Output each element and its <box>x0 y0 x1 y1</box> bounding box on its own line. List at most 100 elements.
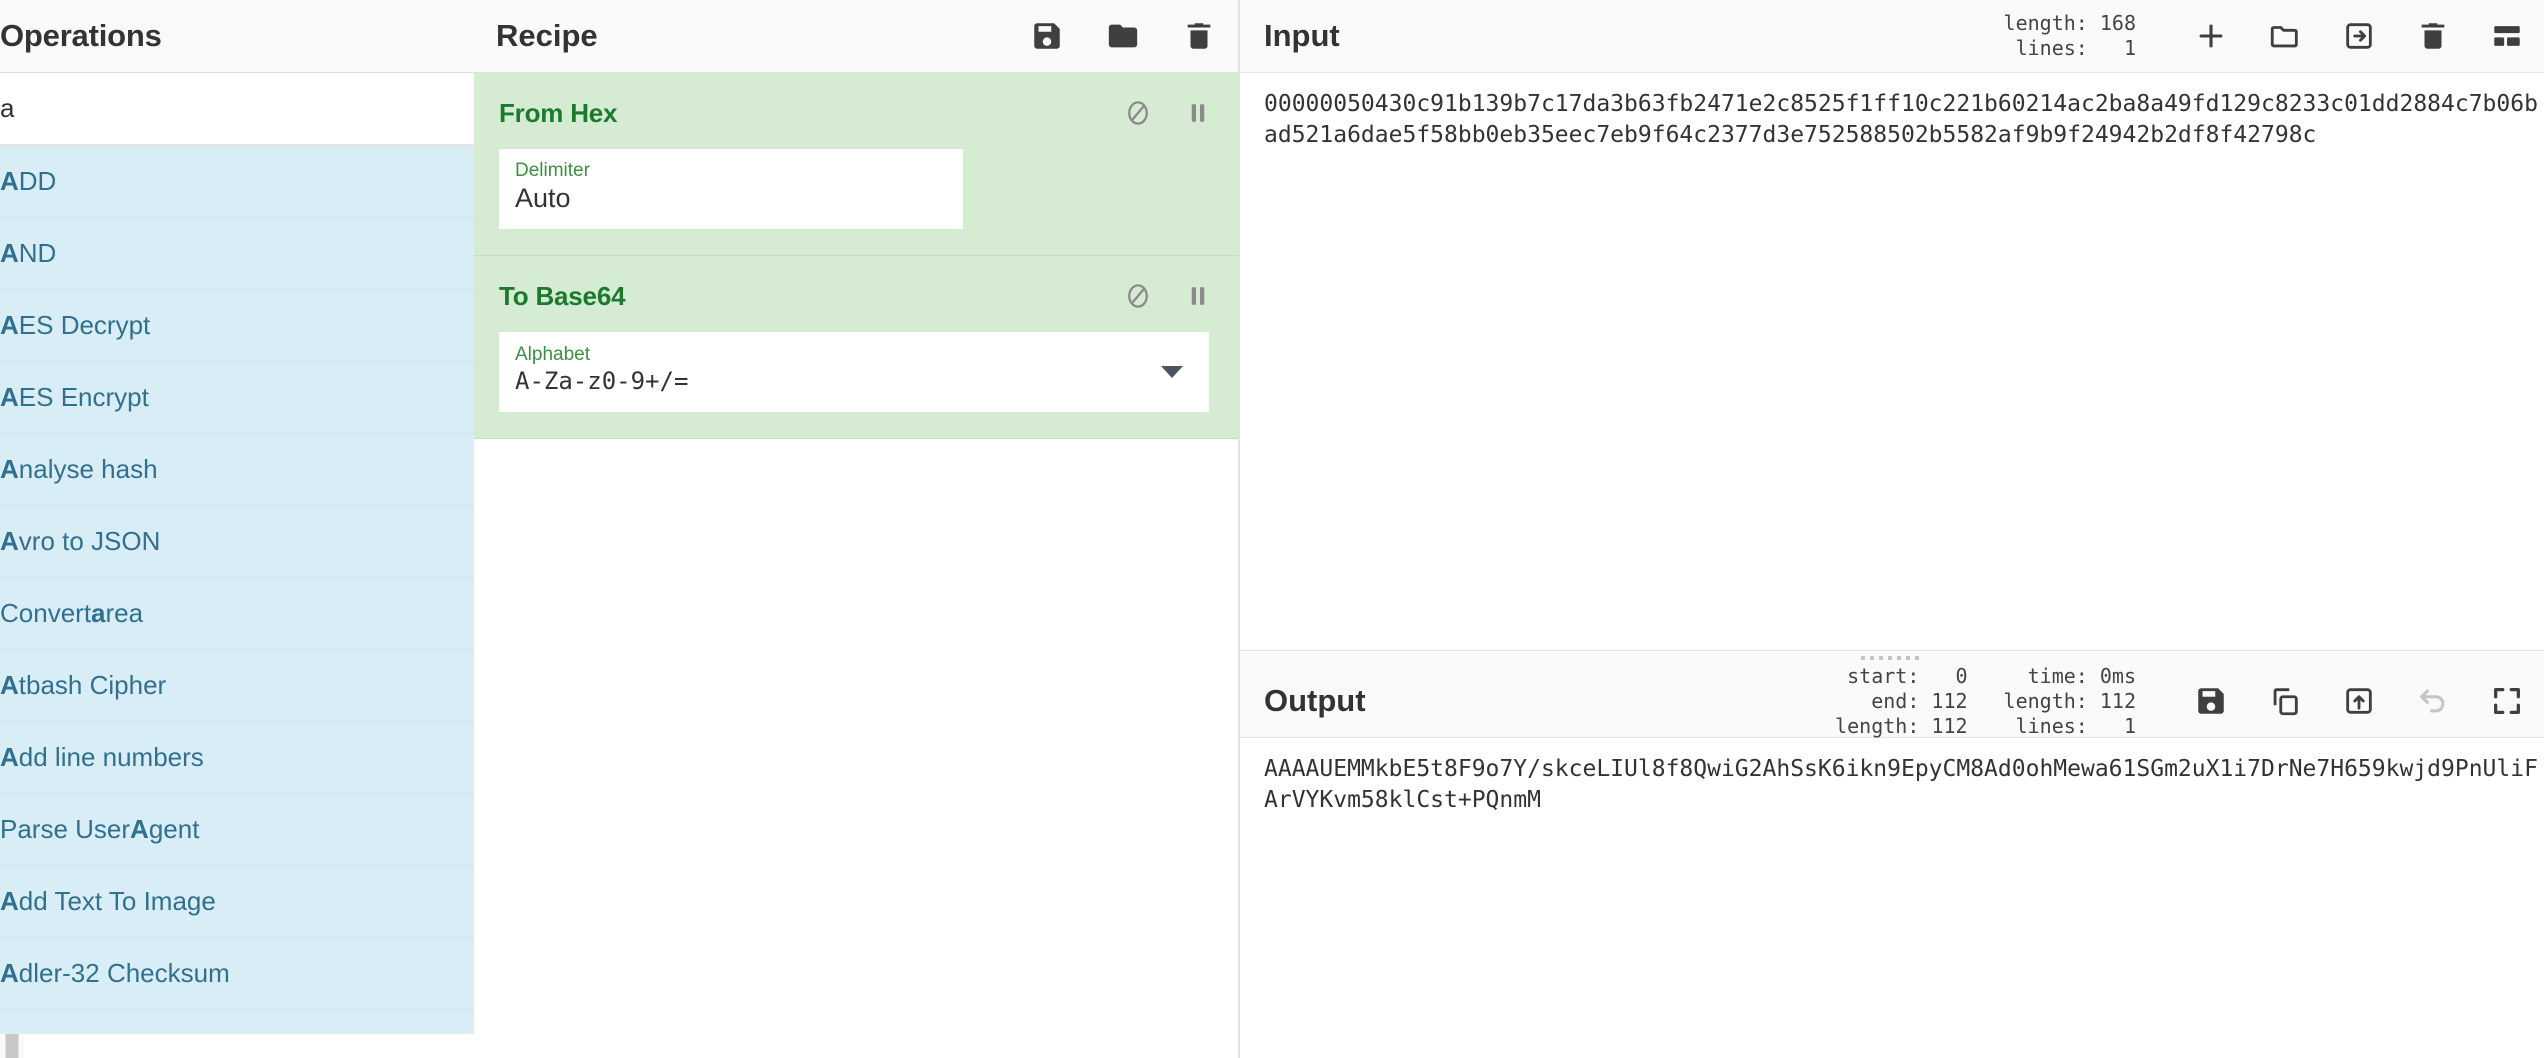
operation-label-suffix: rea <box>105 598 144 628</box>
io-panel: Input length: 168 lines: 1 00000050430c9… <box>1240 0 2544 1058</box>
page-title: Operations <box>0 18 162 53</box>
search-input[interactable] <box>0 93 474 124</box>
recipe-title-bar: Recipe <box>474 0 1238 73</box>
operation-list-item[interactable]: A ES Decrypt <box>0 290 474 362</box>
operation-label-suffix: dd Text To Image <box>18 886 216 916</box>
operation-label-suffix: tbash Cipher <box>18 670 167 700</box>
recipe-title: Recipe <box>496 18 598 53</box>
disable-icon[interactable] <box>1123 98 1153 128</box>
operation-label-match: A <box>0 526 19 556</box>
operation-label-match: a <box>91 598 106 628</box>
tabs-layout-icon[interactable] <box>2490 19 2524 53</box>
disable-icon[interactable] <box>1123 281 1153 311</box>
add-input-icon[interactable] <box>2194 19 2228 53</box>
operations-recipe-splitter[interactable] <box>0 1034 24 1058</box>
output-stats: start: 0 end: 112 length: 112 time: 0ms … <box>1835 664 2136 739</box>
operation-label-suffix: ND <box>18 238 57 268</box>
operations-panel: Operations ADDANDAES DecryptAES EncryptA… <box>0 0 474 1058</box>
output-textarea[interactable]: AAAAUEMMkbE5t8F9o7Y/skceLIUl8f8QwiG2AhSs… <box>1240 738 2544 1058</box>
operation-label-match: A <box>130 814 149 844</box>
open-folder-into-icon[interactable] <box>2342 19 2376 53</box>
clear-recipe-icon[interactable] <box>1182 19 1216 53</box>
recipe-toolbar <box>1030 19 1216 53</box>
input-textarea[interactable]: 00000050430c91b139b7c17da3b63fb2471e2c85… <box>1240 73 2544 650</box>
operation-label-suffix: dler-32 Checksum <box>18 958 230 988</box>
maximise-icon[interactable] <box>2490 684 2524 718</box>
operation-label-suffix: DD <box>18 166 57 196</box>
operation-label-suffix: vro to JSON <box>18 526 161 556</box>
chevron-down-icon[interactable] <box>1161 366 1183 378</box>
operation-label-match: A <box>0 670 19 700</box>
operation-label-suffix: dd line numbers <box>18 742 204 772</box>
operation-list-item[interactable]: Parse User Agent <box>0 794 474 866</box>
operation-label-suffix: nalyse hash <box>18 454 158 484</box>
splitter-grip-top[interactable] <box>5 1034 19 1058</box>
operation-label-suffix: ES Decrypt <box>18 310 151 340</box>
operation-list-item[interactable]: A ES Encrypt <box>0 362 474 434</box>
input-pane: Input length: 168 lines: 1 00000050430c9… <box>1240 0 2544 651</box>
operation-label-match: A <box>0 310 19 340</box>
argument-value: A-Za-z0-9+/= <box>515 367 689 396</box>
recipe-panel: Recipe From Hex Delimiter Auto To Base64… <box>474 0 1240 1058</box>
operation-list-item[interactable]: Analyse hash <box>0 434 474 506</box>
operation-list-item[interactable]: A ND <box>0 218 474 290</box>
operation-label-match: A <box>0 886 19 916</box>
operation-label-match: A <box>0 238 19 268</box>
operation-argument[interactable]: Delimiter Auto <box>499 149 963 229</box>
save-recipe-icon[interactable] <box>1030 19 1064 53</box>
input-length-row: length: 168 lines: 1 <box>2003 11 2136 60</box>
operation-list-item[interactable]: Adler-32 Checksum <box>0 938 474 1010</box>
input-stats: length: 168 lines: 1 <box>2004 11 2136 61</box>
argument-value: Auto <box>515 182 571 213</box>
recipe-operations-list: From Hex Delimiter Auto To Base64 Alphabet A-… <box>474 73 1238 1058</box>
open-folder-icon[interactable] <box>2268 19 2302 53</box>
recipe-operation-title: From Hex <box>499 97 618 128</box>
operation-label-match: a <box>104 1030 118 1034</box>
operation-label-match: A <box>0 166 19 196</box>
input-output-splitter[interactable] <box>1240 651 2544 665</box>
operations-title-bar: Operations <box>0 0 474 73</box>
output-toolbar <box>2194 684 2524 718</box>
breakpoint-icon[interactable] <box>1183 281 1213 311</box>
replace-input-icon[interactable] <box>2342 684 2376 718</box>
input-title-bar: Input length: 168 lines: 1 <box>1240 0 2544 73</box>
cyberchef-app: Operations ADDANDAES DecryptAES EncryptA… <box>0 0 2544 1058</box>
operation-label-prefix: Parse User <box>0 814 131 844</box>
operations-search-wrap <box>0 73 474 146</box>
recipe-operation-title: To Base64 <box>499 280 626 311</box>
operation-label-prefix: Convert <box>0 598 92 628</box>
output-selection-stats: start: 0 end: 112 length: 112 <box>1835 663 1968 738</box>
operation-label-match: A <box>0 742 19 772</box>
operation-label-suffix: ES Encrypt <box>18 382 149 412</box>
operation-argument[interactable]: Alphabet A-Za-z0-9+/= <box>499 332 1209 412</box>
load-recipe-icon[interactable] <box>1106 19 1140 53</box>
recipe-operation-header: To Base64 <box>499 274 1213 318</box>
input-title: Input <box>1264 18 1340 53</box>
operation-list-item[interactable]: Atbash Cipher <box>0 650 474 722</box>
output-meta-stats: time: 0ms length: 112 lines: 1 <box>2003 663 2136 738</box>
output-pane: Output start: 0 end: 112 length: 112 tim… <box>1240 664 2544 1058</box>
recipe-operation-controls <box>1123 281 1213 311</box>
copy-output-icon[interactable] <box>2268 684 2302 718</box>
undo-icon[interactable] <box>2416 684 2450 718</box>
argument-label: Alphabet <box>515 344 591 366</box>
recipe-operation[interactable]: From Hex Delimiter Auto <box>474 73 1238 256</box>
splitter-dots <box>1861 656 1923 660</box>
operation-list-item[interactable]: Group IP addresses <box>0 1010 474 1034</box>
argument-label: Delimiter <box>515 159 590 181</box>
clear-input-icon[interactable] <box>2416 19 2450 53</box>
operation-list-item[interactable]: Convert a rea <box>0 578 474 650</box>
output-title: Output <box>1264 683 1366 718</box>
input-toolbar <box>2194 19 2524 53</box>
operation-list-item[interactable]: Add line numbers <box>0 722 474 794</box>
operation-label-match: A <box>0 454 19 484</box>
output-title-bar: Output start: 0 end: 112 length: 112 tim… <box>1240 664 2544 739</box>
operation-label-match: A <box>0 382 19 412</box>
operation-list-item[interactable]: Avro to JSON <box>0 506 474 578</box>
operation-label-suffix: gent <box>148 814 200 844</box>
operation-list-item[interactable]: Add Text To Image <box>0 866 474 938</box>
recipe-operation[interactable]: To Base64 Alphabet A-Za-z0-9+/= <box>474 256 1238 439</box>
breakpoint-icon[interactable] <box>1183 98 1213 128</box>
save-output-icon[interactable] <box>2194 684 2228 718</box>
operation-list-item[interactable]: A DD <box>0 146 474 218</box>
